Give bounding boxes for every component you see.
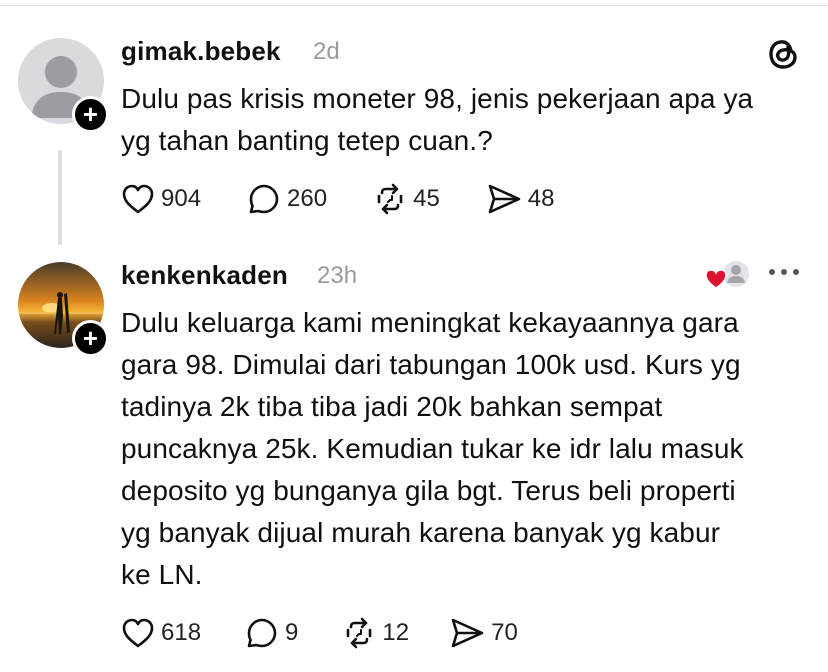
top-divider: [0, 5, 828, 6]
reply-button[interactable]: 260: [247, 182, 327, 216]
repost-icon: [347, 617, 372, 649]
reply-count: 260: [287, 185, 328, 212]
reply-count: 9: [285, 619, 299, 646]
repost-count: 45: [413, 185, 440, 212]
repost-icon: [377, 183, 403, 215]
heart-icon: [122, 618, 154, 648]
share-count: 70: [491, 619, 518, 646]
like-count: 904: [161, 185, 202, 212]
like-button[interactable]: 618: [121, 617, 201, 649]
post-actions: 618 9 12 70: [121, 616, 564, 650]
post-body: Dulu pas krisis moneter 98, jenis pekerj…: [121, 83, 754, 156]
follow-plus-icon[interactable]: +: [72, 320, 109, 357]
repost-count: 12: [382, 619, 410, 646]
share-button[interactable]: 70: [449, 616, 518, 650]
share-count: 48: [527, 185, 555, 212]
heart-icon: [122, 184, 154, 214]
post-time: 2d: [313, 38, 340, 65]
repost-button[interactable]: 12: [342, 616, 409, 650]
share-icon: [488, 184, 521, 214]
comment-icon: [249, 184, 279, 214]
share-button[interactable]: 48: [486, 182, 555, 216]
post-body: Dulu keluarga kami meningkat kekayaannya…: [121, 307, 744, 590]
more-icon[interactable]: [766, 262, 802, 287]
username[interactable]: gimak.bebek: [121, 36, 281, 67]
post-time: 23h: [317, 262, 358, 289]
follow-plus-icon[interactable]: +: [72, 96, 109, 133]
reply-button[interactable]: 9: [245, 616, 298, 650]
thread-connector-line: [58, 150, 62, 245]
repost-button[interactable]: 45: [373, 182, 440, 216]
username[interactable]: kenkenkaden: [121, 260, 288, 291]
like-button[interactable]: 904: [121, 183, 201, 215]
share-icon: [451, 618, 484, 648]
like-count: 618: [161, 619, 202, 646]
threads-logo-icon[interactable]: [766, 36, 800, 77]
post-actions: 904 260 45 48: [121, 182, 601, 216]
comment-icon: [247, 618, 277, 648]
liked-by-author-icon: [704, 258, 756, 292]
